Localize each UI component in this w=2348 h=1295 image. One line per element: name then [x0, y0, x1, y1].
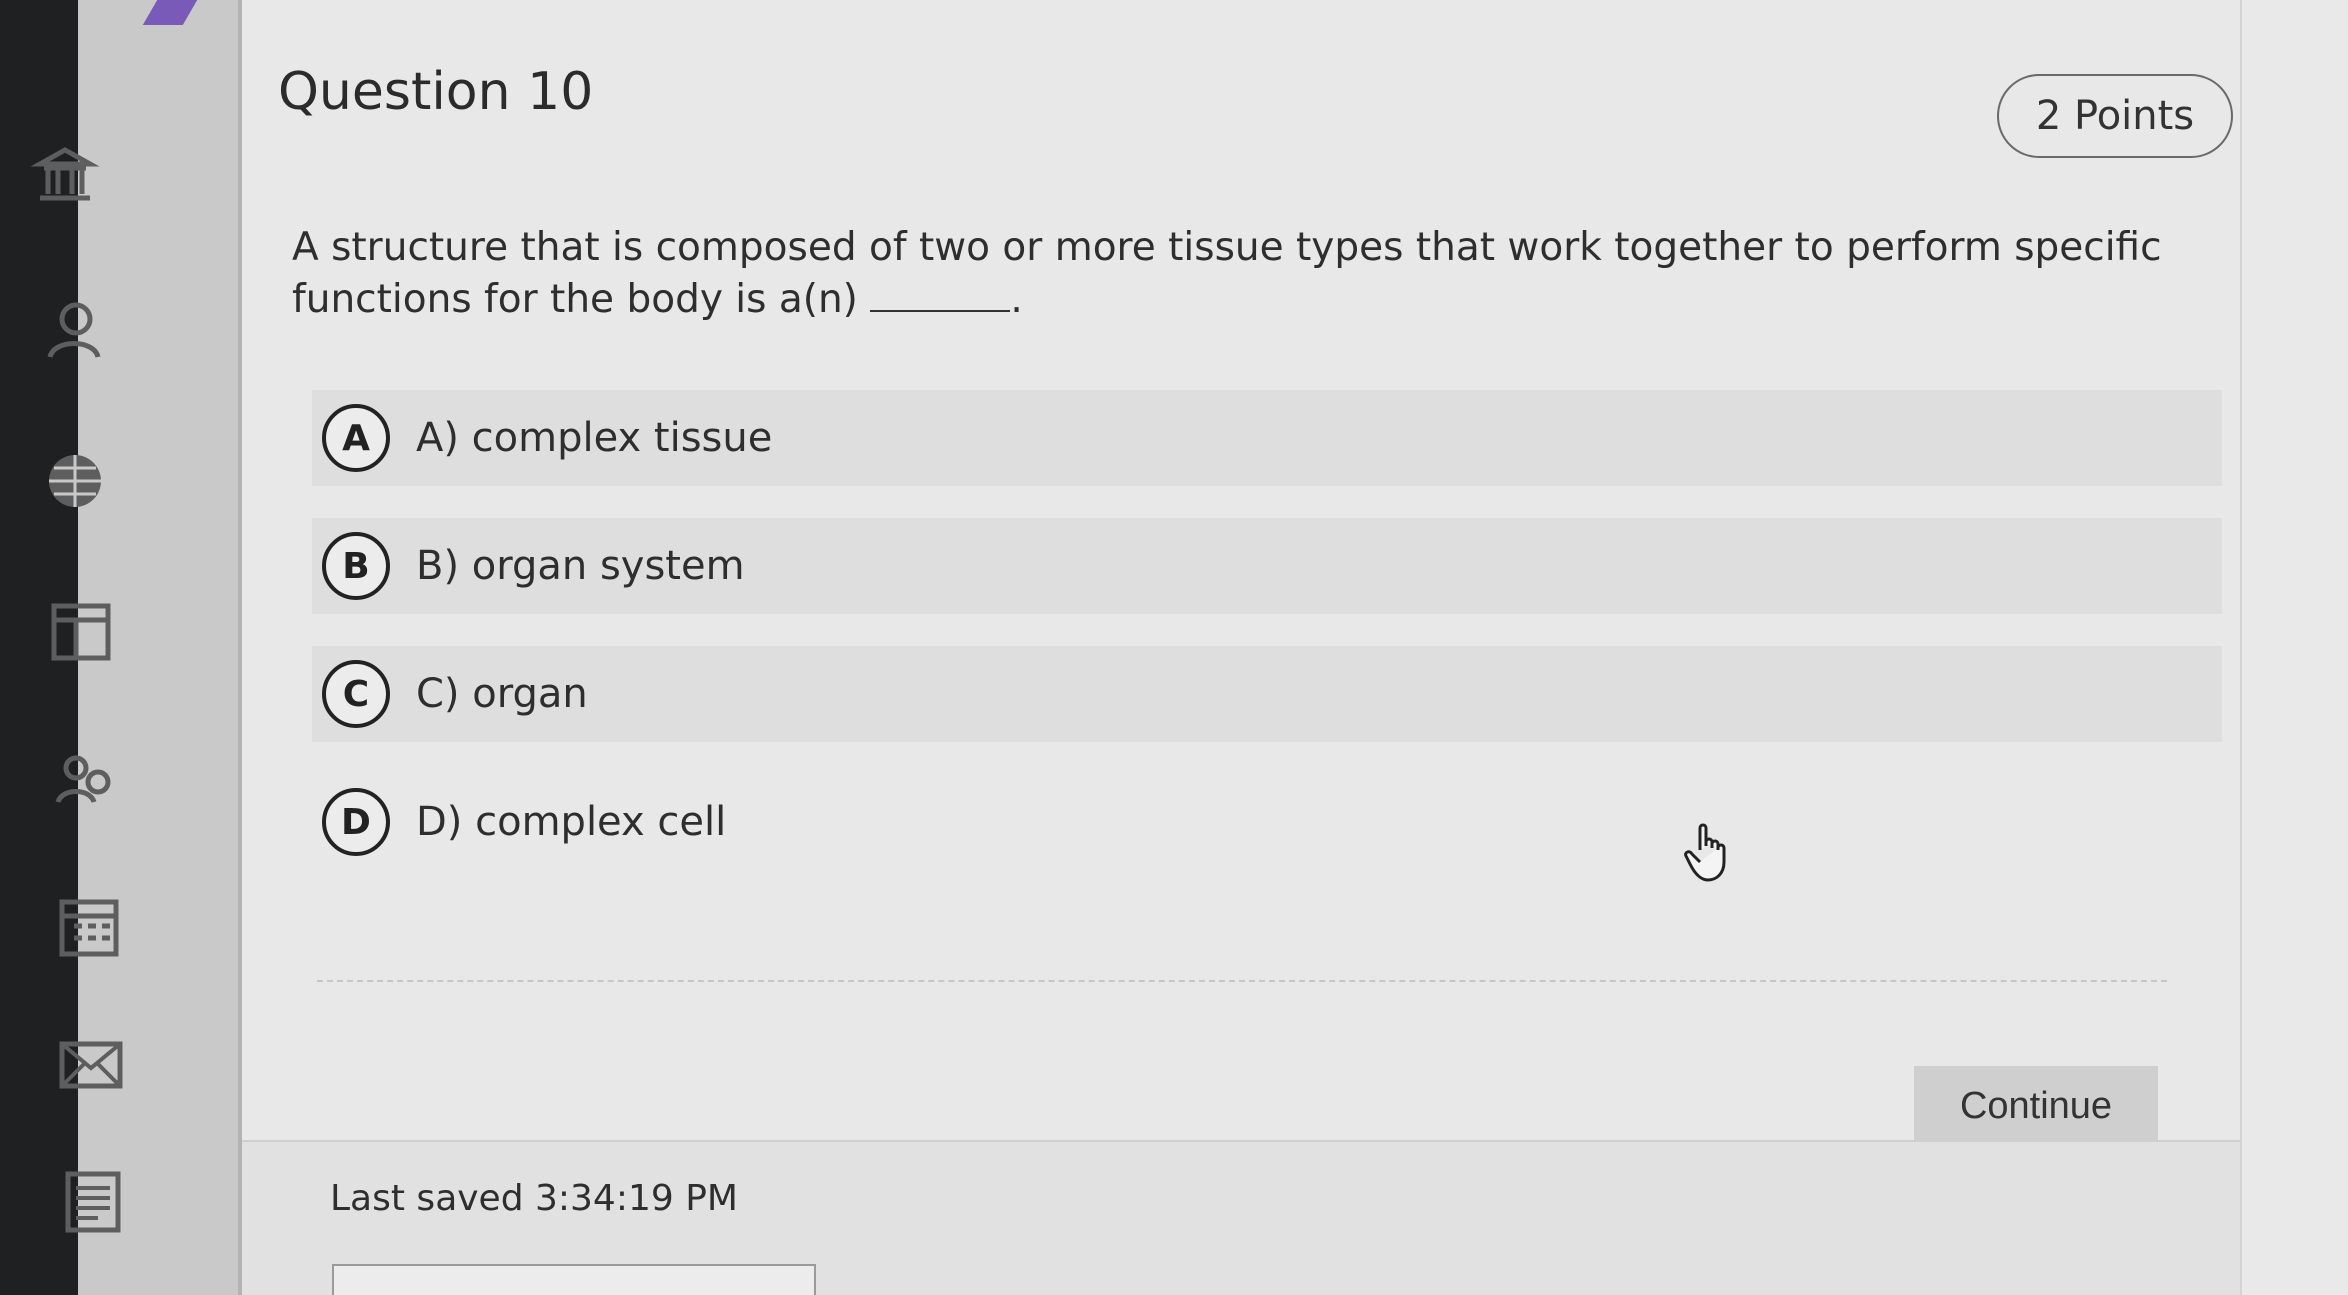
answer-blank [870, 276, 1011, 312]
group-icon[interactable] [50, 746, 120, 816]
option-label: B) organ system [416, 543, 745, 589]
answer-options: A A) complex tissue B B) organ system C … [312, 390, 2222, 902]
prompt-end: . [1010, 277, 1023, 322]
right-panel-edge [2240, 0, 2348, 1295]
screen: Question 10 2 Points A structure that is… [0, 0, 2348, 1295]
option-b[interactable]: B B) organ system [312, 518, 2222, 614]
option-c[interactable]: C C) organ [312, 646, 2222, 742]
divider [317, 980, 2167, 982]
user-icon[interactable] [36, 295, 106, 365]
footer-field[interactable] [332, 1264, 816, 1295]
question-prompt: A structure that is composed of two or m… [292, 222, 2252, 326]
main-content: Question 10 2 Points A structure that is… [242, 0, 2348, 1295]
calendar-board-icon[interactable] [46, 596, 116, 666]
globe-icon[interactable] [40, 446, 110, 516]
mail-icon[interactable] [56, 1030, 126, 1100]
points-badge: 2 Points [1997, 74, 2233, 158]
option-label: A) complex tissue [416, 415, 773, 461]
last-saved-status: Last saved 3:34:19 PM [330, 1178, 738, 1219]
question-title: Question 10 [278, 62, 594, 122]
option-label: D) complex cell [416, 799, 727, 845]
hand-cursor-icon [1684, 823, 1726, 882]
option-letter[interactable]: C [322, 660, 390, 728]
institution-icon[interactable] [30, 140, 100, 210]
document-list-icon[interactable] [58, 1166, 128, 1236]
question-card: Question 10 2 Points A structure that is… [242, 0, 2242, 1146]
sidebar [30, 0, 242, 1295]
option-a[interactable]: A A) complex tissue [312, 390, 2222, 486]
continue-button[interactable]: Continue [1914, 1066, 2158, 1146]
prompt-text: A structure that is composed of two or m… [292, 225, 2162, 322]
option-letter[interactable]: A [322, 404, 390, 472]
footer: Last saved 3:34:19 PM [242, 1140, 2348, 1295]
option-letter[interactable]: B [322, 532, 390, 600]
option-label: C) organ [416, 671, 588, 717]
calendar-icon[interactable] [54, 892, 124, 962]
option-d[interactable]: D D) complex cell [312, 774, 2222, 870]
option-letter[interactable]: D [322, 788, 390, 856]
